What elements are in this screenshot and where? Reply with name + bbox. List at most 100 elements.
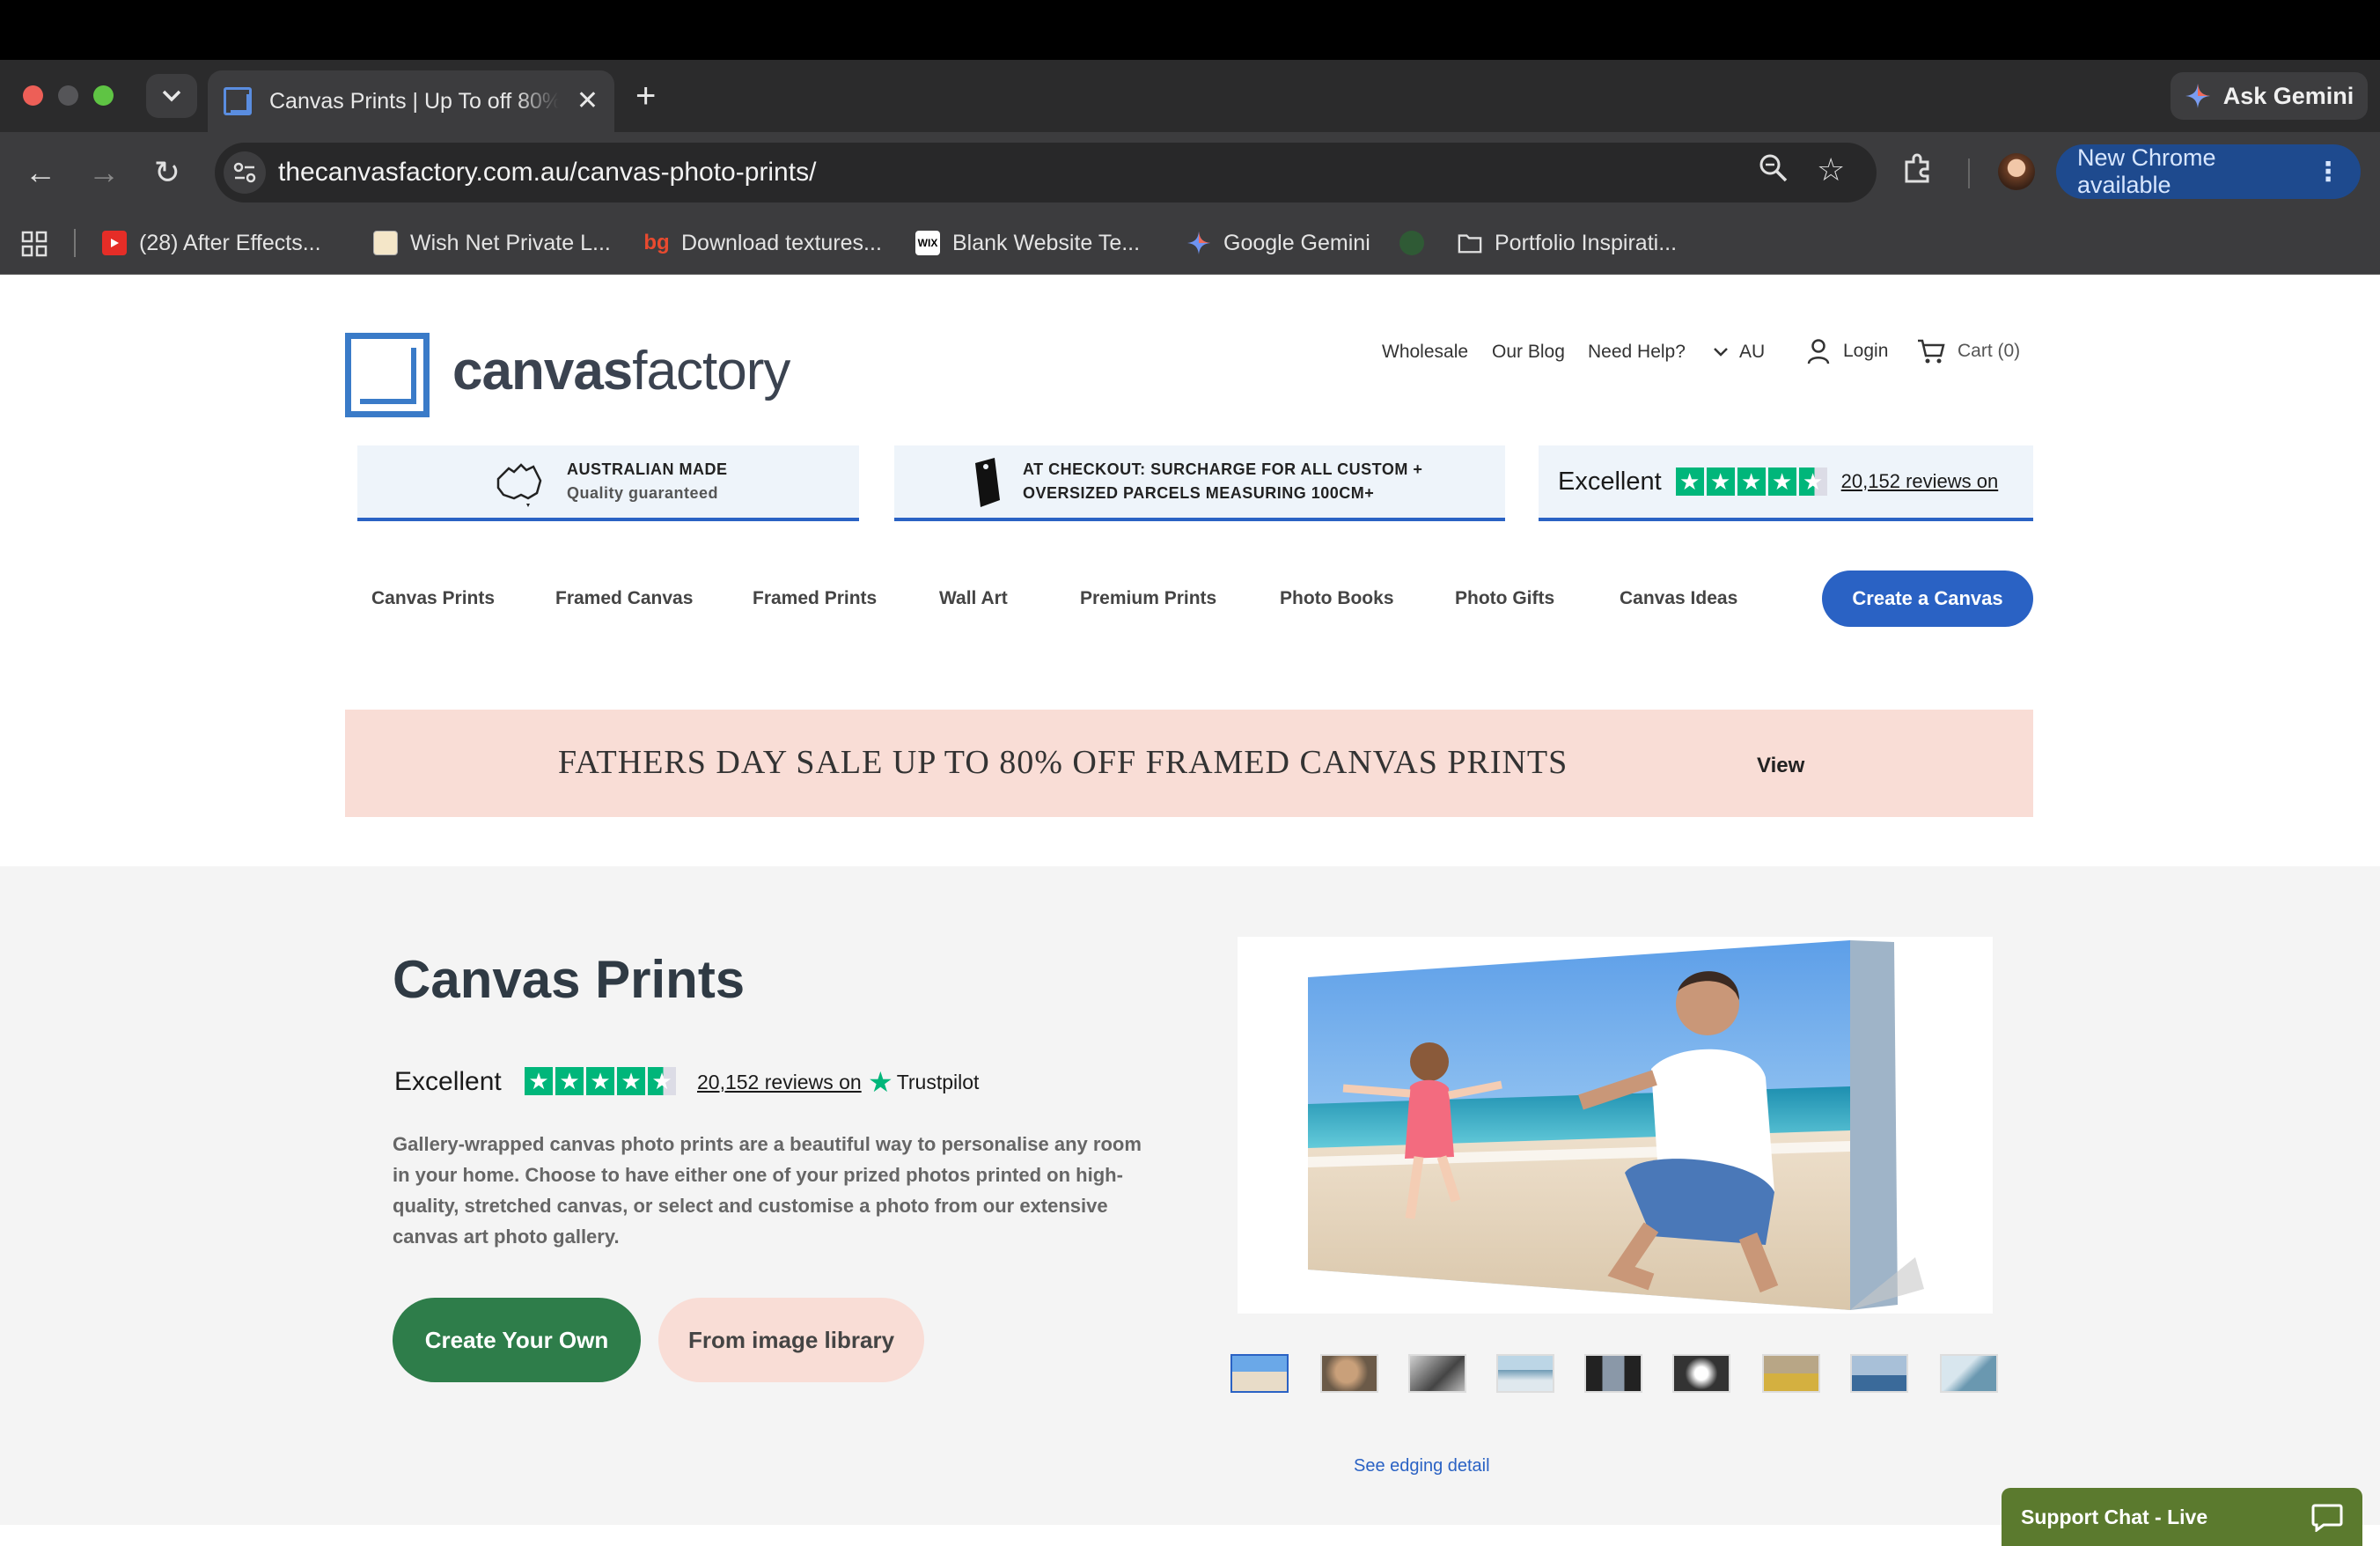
usp-made-title: AUSTRALIAN MADE [567,460,728,478]
usp-trustpilot[interactable]: Excellent ★ ★ ★ ★ ★ 20,152 reviews on [1539,445,2033,521]
bookmark-google-gemini[interactable]: Google Gemini [1186,227,1370,259]
bookmark-blank-website[interactable]: WIX Blank Website Te... [915,227,1140,259]
tab-title: Canvas Prints | Up To off 80% [269,88,559,114]
cart-icon [1918,339,1945,364]
support-chat-widget[interactable]: Support Chat - Live [2002,1488,2362,1546]
product-description: Gallery-wrapped canvas photo prints are … [393,1133,1142,1248]
product-hero [0,866,2380,1525]
new-tab-button[interactable]: + [635,74,656,118]
tab-canvas-prints[interactable]: Canvas Prints | Up To off 80% ✕ [208,70,614,132]
login-link[interactable]: Login [1806,338,1888,364]
bookmark-after-effects[interactable]: (28) After Effects... [102,227,321,259]
site-logo[interactable]: canvasfactory [452,340,790,402]
bookmark-download-textures[interactable]: bg Download textures... [643,227,882,259]
product-thumbnail[interactable] [1496,1354,1554,1393]
star-icon: ★ [1675,467,1704,496]
nav-photo-books[interactable]: Photo Books [1280,588,1394,609]
usp-surcharge-line2: OVERSIZED PARCELS MEASURING 100CM+ [1023,484,1375,502]
page-title: Canvas Prints [393,950,746,1009]
url-text[interactable]: thecanvasfactory.com.au/canvas-photo-pri… [278,153,816,192]
product-thumbnail[interactable] [1672,1354,1730,1393]
nav-canvas-prints[interactable]: Canvas Prints [371,588,495,609]
tp-reviews-link[interactable]: 20,152 reviews on [1841,470,1999,493]
australia-map-icon [496,463,542,507]
image-library-button[interactable]: From image library [658,1298,924,1382]
youtube-icon [102,231,127,255]
region-selector[interactable]: AU [1713,342,1765,363]
rating-label: Excellent [394,1067,502,1096]
cart-link[interactable]: Cart (0) [1917,338,2020,364]
green-circle-icon [1399,231,1424,255]
user-icon [1807,339,1830,364]
star-icon: ★ [555,1067,584,1095]
product-thumbnail[interactable] [1762,1354,1820,1393]
product-thumbnail[interactable] [1230,1354,1289,1393]
reload-icon[interactable]: ↻ [146,151,188,194]
reviews-link[interactable]: 20,152 reviews on [697,1071,862,1094]
bookmark-label: Wish Net Private L... [410,230,611,255]
wix-icon: WIX [915,231,940,255]
product-thumbnail[interactable] [1940,1354,1998,1393]
promo-view-link[interactable]: View [1757,754,1804,778]
nav-wall-art[interactable]: Wall Art [939,588,1008,609]
ask-gemini-button[interactable]: Ask Gemini [2171,72,2368,120]
bookmark-label: Download textures... [681,230,882,255]
bookmark-label: Portfolio Inspirati... [1495,230,1678,255]
apps-grid-icon[interactable] [21,231,48,261]
bookmark-star-icon[interactable]: ☆ [1817,151,1845,188]
trustpilot-logo[interactable]: ★ Trustpilot [868,1065,979,1099]
star-half-icon: ★ [648,1067,676,1095]
bookmark-label: Blank Website Te... [952,230,1141,255]
site-settings-icon[interactable] [224,151,266,194]
logo-bold: canvas [452,341,633,401]
canvasfactory-logo-icon[interactable] [345,333,430,417]
nav-premium-prints[interactable]: Premium Prints [1080,588,1216,609]
edging-detail-link[interactable]: See edging detail [1354,1456,1490,1476]
kebab-menu-icon[interactable]: ⋮ [2315,157,2341,188]
logo-light: factory [632,341,790,401]
bookmark-green-site[interactable] [1399,227,1424,259]
textures-bg-icon: bg [643,231,670,254]
blog-link[interactable]: Our Blog [1492,342,1565,363]
product-thumbnail[interactable] [1408,1354,1466,1393]
folder-icon [1458,231,1482,255]
bookmark-label: Google Gemini [1223,230,1370,255]
new-chrome-available-button[interactable]: New Chrome available ⋮ [2056,144,2361,199]
tab-search-button[interactable] [146,74,197,118]
close-tab-icon[interactable]: ✕ [577,88,599,114]
extensions-puzzle-icon[interactable] [1901,153,1933,193]
wholesale-link[interactable]: Wholesale [1382,342,1468,363]
product-thumbnail[interactable] [1850,1354,1908,1393]
nav-framed-prints[interactable]: Framed Prints [753,588,877,609]
star-icon: ★ [617,1067,645,1095]
wish-net-icon [373,231,398,255]
product-main-image[interactable] [1238,937,1993,1314]
create-your-own-button[interactable]: Create Your Own [393,1298,641,1382]
back-arrow-icon[interactable]: ← [19,151,62,194]
nav-framed-canvas[interactable]: Framed Canvas [555,588,693,609]
cart-label: Cart (0) [1958,341,2021,361]
zoom-icon[interactable] [1759,153,1789,190]
usp-surcharge-line1: AT CHECKOUT: SURCHARGE FOR ALL CUSTOM + [1023,460,1423,478]
bookmark-wish-net[interactable]: Wish Net Private L... [373,227,611,259]
maximize-window-button[interactable] [93,85,114,106]
product-thumbnail[interactable] [1320,1354,1378,1393]
forward-arrow-icon[interactable]: → [83,151,125,194]
minimize-window-button[interactable] [58,85,78,106]
close-window-button[interactable] [23,85,43,106]
region-label: AU [1739,342,1766,362]
update-label: New Chrome available [2077,144,2216,198]
product-thumbnail[interactable] [1584,1354,1642,1393]
create-a-canvas-button[interactable]: Create a Canvas [1822,571,2033,627]
nav-canvas-ideas[interactable]: Canvas Ideas [1620,588,1737,609]
help-link[interactable]: Need Help? [1588,342,1686,363]
usp-australian-made: AUSTRALIAN MADE Quality guaranteed [357,445,859,521]
chat-bubble-icon [2311,1504,2343,1532]
star-icon: ★ [1737,467,1766,496]
site-favicon-icon [224,87,252,115]
nav-photo-gifts[interactable]: Photo Gifts [1455,588,1554,609]
toolbar-divider [1968,158,1970,188]
star-half-icon: ★ [1798,467,1827,496]
profile-avatar[interactable] [1998,153,2035,190]
bookmark-portfolio-folder[interactable]: Portfolio Inspirati... [1458,227,1677,259]
